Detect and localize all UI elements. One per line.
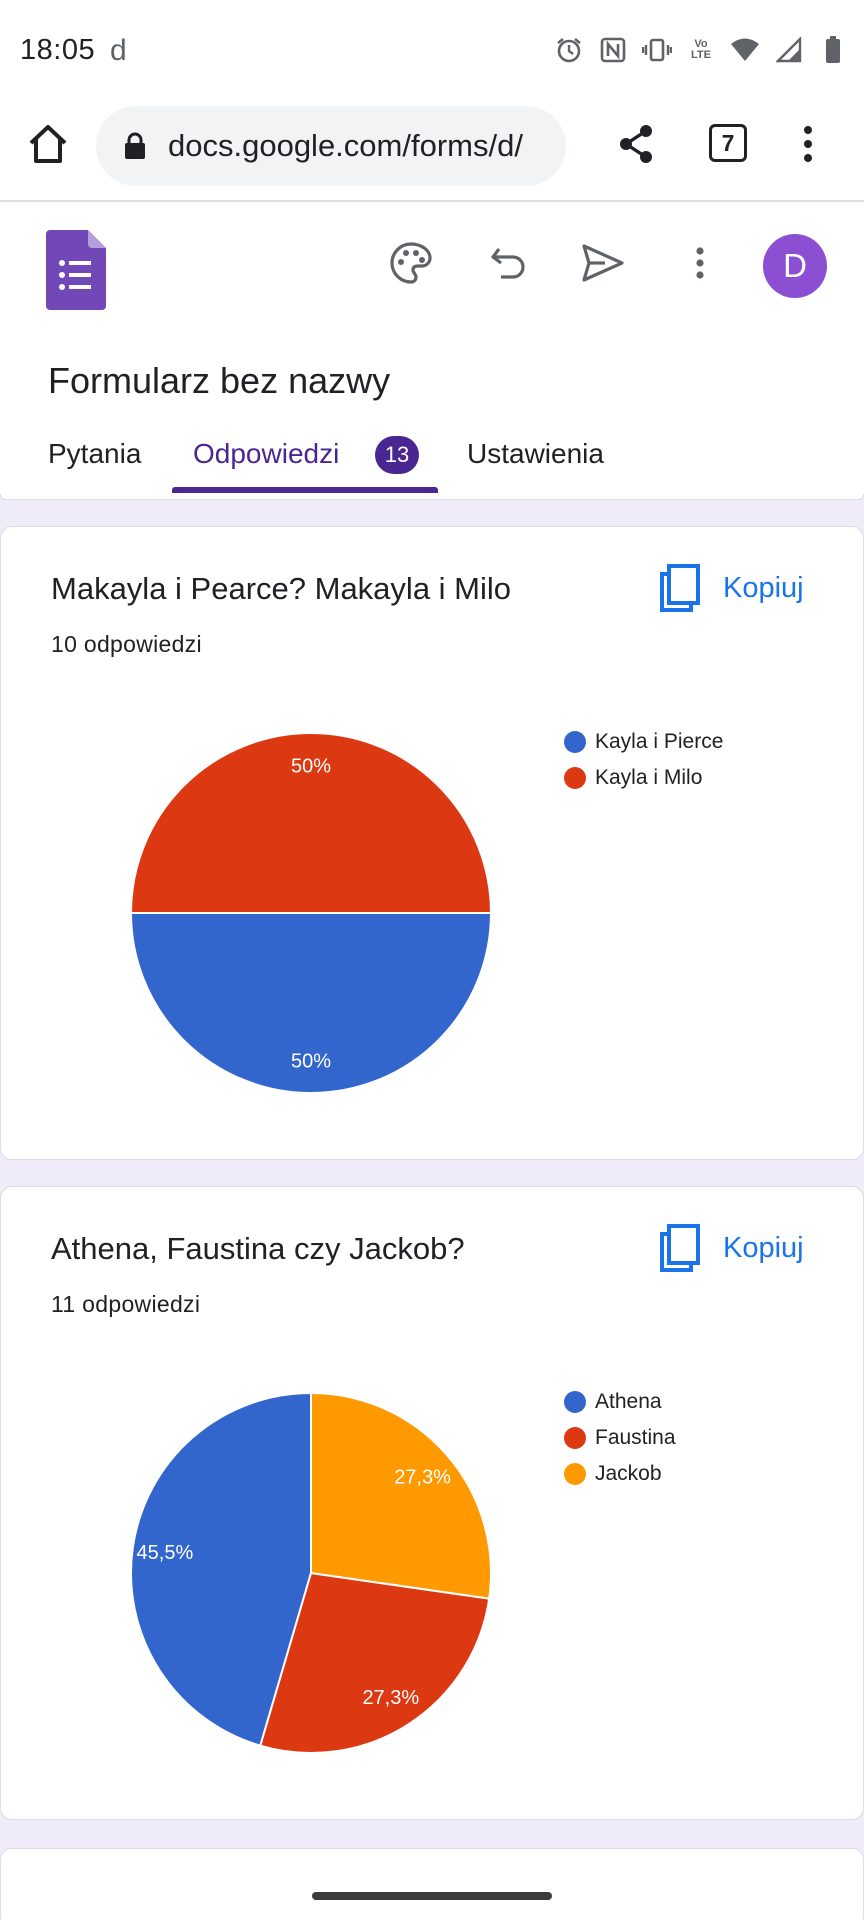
alarm-icon: [554, 35, 584, 65]
send-icon[interactable]: [578, 238, 628, 288]
more-vert-icon[interactable]: [675, 238, 725, 288]
tab-responses[interactable]: Odpowiedzi: [193, 438, 339, 470]
previous-card-edge: [0, 494, 864, 500]
pie-slice-jackob[interactable]: [310, 1391, 492, 1600]
legend-label: Kayla i Pierce: [595, 730, 724, 753]
legend-label: Jackob: [595, 1462, 662, 1485]
tab-switcher-button[interactable]: 7: [709, 124, 747, 162]
volte-label-bottom: LTE: [691, 49, 711, 61]
browser-toolbar: docs.google.com/forms/d/ 7: [0, 100, 864, 202]
forms-header: D Formularz bez nazwy Pytania Odpowiedzi…: [0, 202, 864, 494]
legend-item: Faustina: [564, 1426, 676, 1450]
chart-legend: Kayla i Pierce Kayla i Milo: [564, 730, 723, 790]
active-tab-indicator: [172, 487, 438, 493]
question-card: Makayla i Pearce? Makayla i Milo 10 odpo…: [0, 526, 864, 1160]
pie-slice-label: 50%: [291, 1051, 331, 1073]
legend-color-dot: [564, 1427, 586, 1449]
pie-chart: 45,5% 27,3% 27,3%: [130, 1391, 492, 1754]
volte-icon: Vo LTE: [686, 35, 716, 65]
app-notification-icon: d: [110, 34, 127, 67]
pie-chart: 50% 50%: [129, 732, 493, 1094]
home-button[interactable]: [26, 122, 70, 166]
more-vert-icon: [804, 126, 812, 162]
next-question-card: [0, 1848, 864, 1920]
lock-icon: [125, 132, 145, 159]
pie-slice-label: 45,5%: [137, 1542, 194, 1564]
wifi-icon: [730, 35, 760, 65]
legend-label: Faustina: [595, 1426, 676, 1449]
url-text[interactable]: docs.google.com/forms/d/: [168, 128, 552, 164]
legend-label: Kayla i Milo: [595, 766, 703, 789]
legend-color-dot: [564, 1391, 586, 1413]
responses-count-badge: 13: [375, 436, 419, 474]
form-title: Formularz bez nazwy: [48, 360, 391, 401]
nfc-icon: [598, 35, 628, 65]
pie-slice-label: 27,3%: [394, 1466, 451, 1488]
forms-logo-icon[interactable]: [46, 230, 106, 310]
avatar[interactable]: D: [763, 234, 827, 298]
undo-icon[interactable]: [484, 238, 534, 288]
pie-slice-label: 50%: [291, 755, 331, 777]
legend-color-dot: [564, 1463, 586, 1485]
pie-slice-label: 27,3%: [362, 1687, 419, 1709]
home-icon: [29, 125, 67, 163]
status-icons: Vo LTE: [554, 32, 848, 68]
share-button[interactable]: [616, 122, 656, 166]
gesture-navigation-bar[interactable]: [312, 1892, 552, 1900]
browser-menu-button[interactable]: [790, 124, 826, 164]
signal-icon: [774, 35, 804, 65]
legend-label: Athena: [595, 1390, 662, 1413]
legend-item: Athena: [564, 1390, 676, 1414]
tab-questions[interactable]: Pytania: [48, 438, 141, 470]
legend-color-dot: [564, 731, 586, 753]
legend-color-dot: [564, 767, 586, 789]
tab-settings[interactable]: Ustawienia: [467, 438, 604, 470]
status-bar: 18:05 d Vo LTE: [0, 0, 864, 100]
battery-icon: [818, 35, 848, 65]
legend-item: Jackob: [564, 1462, 676, 1486]
question-card: Athena, Faustina czy Jackob? 11 odpowied…: [0, 1186, 864, 1820]
palette-icon[interactable]: [386, 238, 436, 288]
status-time: 18:05: [20, 34, 96, 66]
legend-item: Kayla i Pierce: [564, 730, 723, 754]
chart-legend: Athena Faustina Jackob: [564, 1390, 676, 1486]
vibrate-icon: [642, 35, 672, 65]
legend-item: Kayla i Milo: [564, 766, 723, 790]
address-bar[interactable]: docs.google.com/forms/d/: [96, 106, 566, 186]
share-icon: [620, 125, 652, 163]
